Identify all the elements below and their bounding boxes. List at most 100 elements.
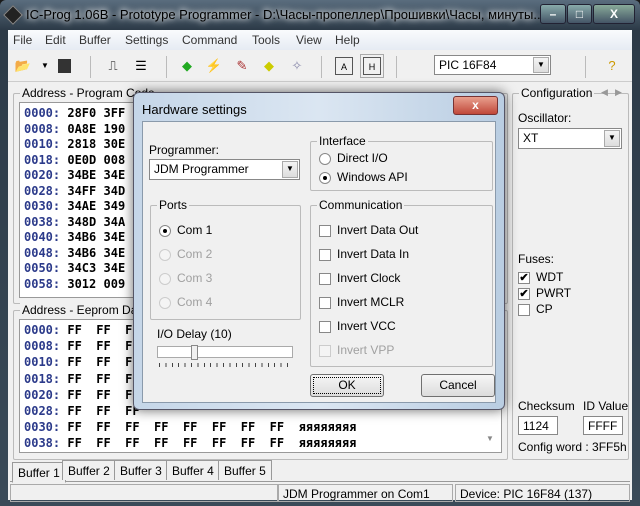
radio — [159, 272, 171, 285]
communication-checkbox[interactable]: Invert Data Out — [319, 223, 418, 237]
hex-view-icon[interactable]: H — [360, 54, 384, 78]
fuses-label: Fuses: — [518, 252, 555, 266]
tab-buffer-2[interactable]: Buffer 2 — [62, 460, 116, 480]
checkbox-label: Invert VPP — [337, 343, 395, 357]
port-radio-com3[interactable]: Com 3 — [159, 271, 212, 285]
assembler-view-icon[interactable]: A — [335, 57, 353, 75]
address: 0038: — [24, 436, 61, 451]
io-delay-slider[interactable] — [157, 345, 293, 360]
next-icon[interactable]: ▶ — [615, 87, 622, 98]
tab-buffer-4[interactable]: Buffer 4 — [166, 460, 220, 480]
fuse-checkbox-cp[interactable]: CP — [518, 302, 553, 316]
menu-view[interactable]: View — [296, 33, 322, 47]
radio — [159, 296, 171, 309]
menu-help[interactable]: Help — [335, 33, 360, 47]
minimize-button[interactable]: – — [540, 4, 566, 24]
address: 0018: — [24, 152, 61, 167]
slider-thumb[interactable] — [190, 345, 198, 360]
bytes: FF FF FF — [67, 403, 140, 418]
bytes: FF FF FF FF FF FF FF FF — [67, 420, 285, 435]
prev-icon[interactable]: ◀ — [601, 87, 608, 98]
cancel-button[interactable]: Cancel — [421, 374, 495, 397]
id-value-field[interactable]: FFFF — [583, 416, 623, 435]
address: 0008: — [24, 121, 61, 136]
address: 0058: — [24, 276, 61, 291]
word: 34E — [103, 230, 126, 244]
tab-buffer-5[interactable]: Buffer 5 — [218, 460, 272, 480]
radio — [159, 224, 171, 237]
word: 34E — [103, 168, 126, 182]
radio-label: Com 3 — [177, 271, 213, 285]
ports-group: Ports Com 1 Com 2 Com 3 Com 4 — [150, 198, 301, 320]
menu-edit[interactable]: Edit — [45, 33, 66, 47]
open-icon[interactable]: 📂 — [14, 57, 32, 75]
address: 0018: — [24, 371, 61, 386]
word: 34AE — [67, 199, 97, 213]
menu-buffer[interactable]: Buffer — [79, 33, 111, 47]
tab-buffer-1[interactable]: Buffer 1 — [12, 462, 66, 483]
communication-checkbox[interactable]: Invert Data In — [319, 247, 409, 261]
menu-command[interactable]: Command — [182, 33, 237, 47]
menu-settings[interactable]: Settings — [125, 33, 168, 47]
fuse-label: PWRT — [536, 286, 572, 300]
checkbox — [319, 224, 331, 237]
fuse-checkbox-wdt[interactable]: ✔ WDT — [518, 270, 563, 284]
address: 0020: — [24, 387, 61, 402]
program-icon[interactable]: ⚡ — [205, 57, 223, 75]
communication-checkbox[interactable]: Invert VCC — [319, 319, 396, 333]
checkbox — [319, 272, 331, 285]
options-icon[interactable]: ☰ — [132, 57, 150, 75]
communication-checkbox[interactable]: Invert MCLR — [319, 295, 404, 309]
fuse-checkbox-pwrt[interactable]: ✔ PWRT — [518, 286, 571, 300]
menu-tools[interactable]: Tools — [252, 33, 280, 47]
port-radio-com1[interactable]: Com 1 — [159, 223, 212, 237]
interface-radio[interactable]: Windows API — [319, 170, 408, 184]
hardware-icon[interactable]: ⎍ — [104, 57, 122, 75]
window-title: IC-Prog 1.06B - Prototype Programmer - D… — [26, 7, 545, 22]
scroll-down-icon[interactable]: ▼ — [486, 434, 494, 443]
radio-label: Com 4 — [177, 295, 213, 309]
verify-icon[interactable]: ◆ — [260, 57, 278, 75]
word: 34E — [103, 245, 126, 260]
config-word: Config word : 3FF5h — [518, 440, 627, 454]
menu-file[interactable]: File — [13, 33, 32, 47]
communication-checkbox[interactable]: Invert Clock — [319, 271, 400, 285]
word: 34A — [103, 214, 126, 229]
word: 34B6 — [67, 230, 97, 244]
word: 190 — [103, 121, 126, 136]
erase-icon[interactable]: ✎ — [233, 57, 251, 75]
save-icon[interactable] — [58, 59, 71, 73]
bytes: FF FF FF — [67, 371, 140, 386]
status-bar: JDM Programmer on Com1 Device: PIC 16F84… — [8, 484, 632, 502]
interface-radio[interactable]: Direct I/O — [319, 151, 388, 165]
oscillator-select[interactable]: XT ▼ — [518, 128, 622, 149]
help-icon[interactable]: ? — [603, 57, 621, 75]
word: 34B6 — [67, 245, 97, 260]
open-dropdown-icon[interactable]: ▼ — [36, 57, 54, 75]
io-delay-label: I/O Delay (10) — [157, 327, 232, 341]
address: 0028: — [24, 403, 61, 418]
fuse-label: CP — [536, 302, 553, 316]
tab-buffer-3[interactable]: Buffer 3 — [114, 460, 168, 480]
interface-group: Interface Direct I/O Windows API — [310, 134, 493, 191]
checkbox-label: Invert VCC — [337, 319, 396, 333]
read-icon[interactable]: ◆ — [178, 57, 196, 75]
maximize-button[interactable]: □ — [567, 4, 592, 24]
ok-button[interactable]: OK — [310, 374, 384, 397]
programmer-select[interactable]: JDM Programmer ▼ — [149, 159, 300, 180]
programmer-label: Programmer: — [149, 143, 220, 157]
oscillator-value: XT — [523, 131, 539, 145]
device-select[interactable]: PIC 16F84 ▼ — [434, 55, 551, 75]
word: 34C3 — [67, 261, 97, 275]
communication-checkbox[interactable]: Invert VPP — [319, 343, 394, 357]
port-radio-com4[interactable]: Com 4 — [159, 295, 212, 309]
word: 28F0 — [67, 106, 97, 120]
blank-check-icon[interactable]: ✧ — [288, 57, 306, 75]
eeprom-data-title: Address - Eeprom Data — [20, 303, 150, 317]
radio — [319, 171, 331, 184]
interface-title: Interface — [317, 134, 368, 148]
chip-icon — [3, 5, 23, 25]
dialog-close-button[interactable]: x — [453, 96, 498, 115]
close-button[interactable]: X — [593, 4, 635, 24]
port-radio-com2[interactable]: Com 2 — [159, 247, 212, 261]
